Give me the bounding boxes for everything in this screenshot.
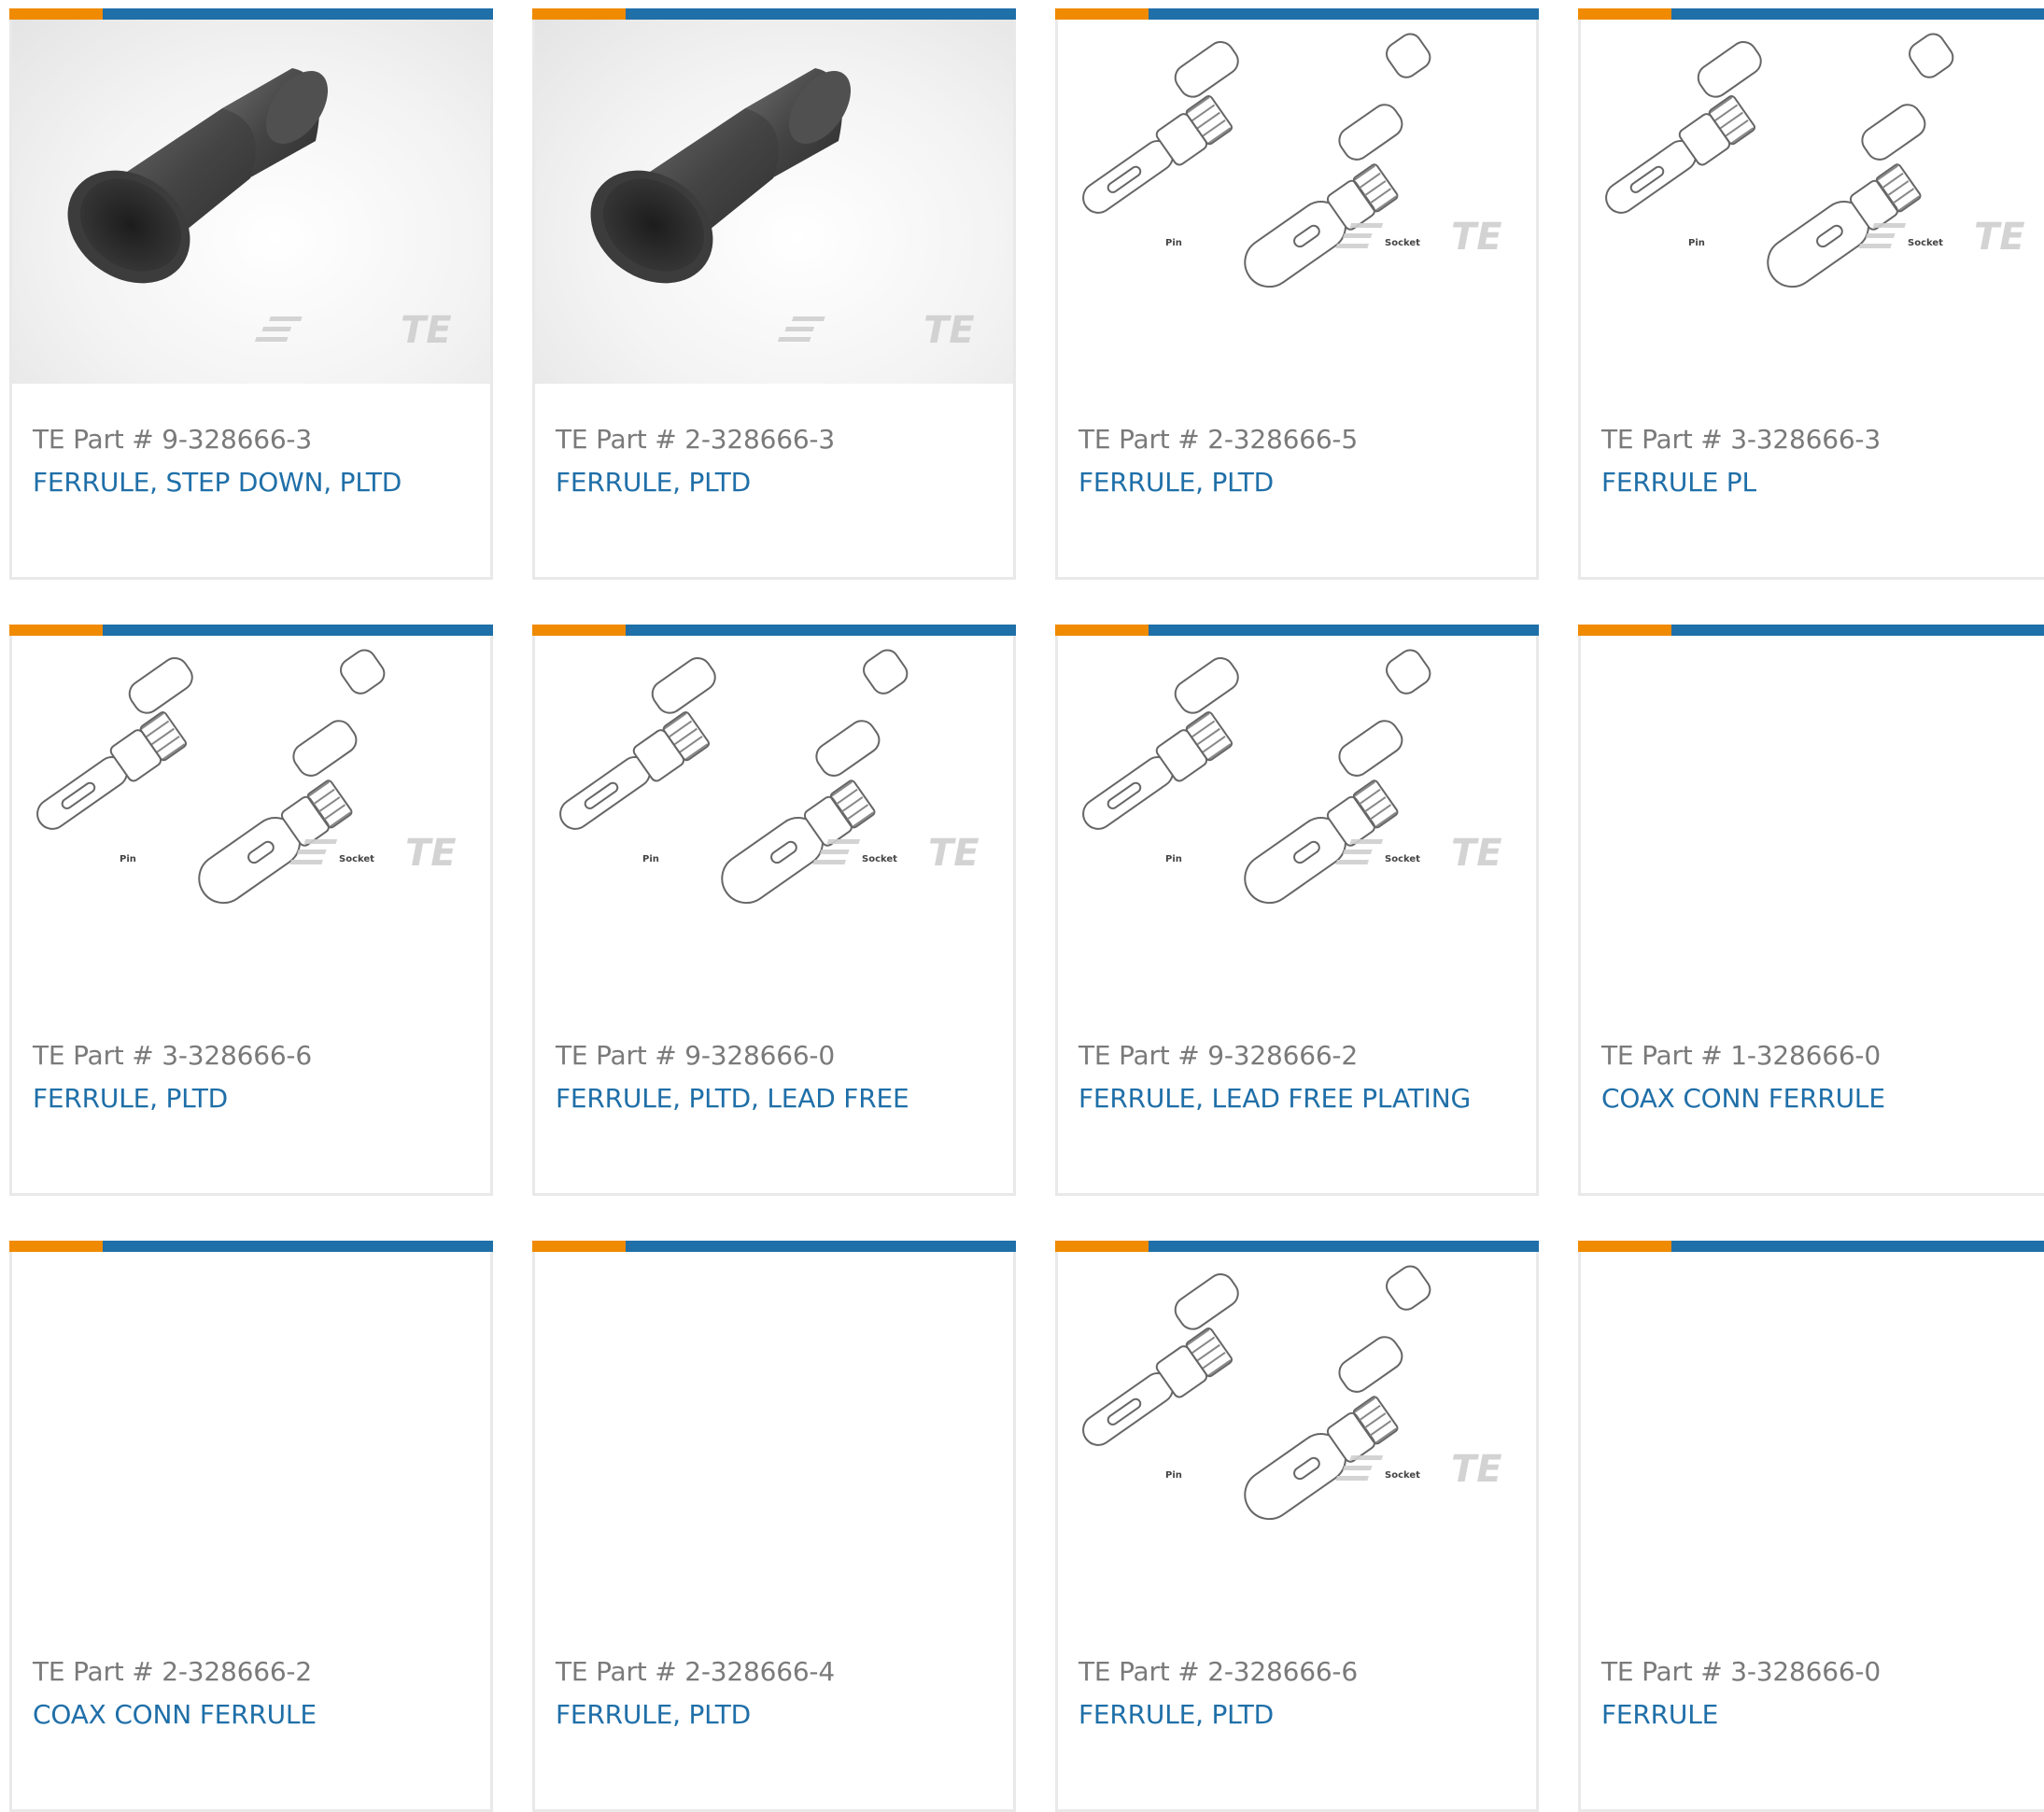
te-watermark: TE [254,309,452,352]
part-number: TE Part # 9-328666-3 [33,424,312,455]
ferrule-photo [67,68,329,284]
product-card[interactable]: Pin Socket TE TE Part # 2-328666-6 FERRU… [1055,1241,1539,1812]
product-image[interactable]: Pin Socket TE [1581,20,2044,384]
part-number: TE Part # 2-328666-3 [556,424,835,455]
card-accent-bar [1578,1241,2044,1252]
product-grid: TE TE Part # 9-328666-3 FERRULE, STEP DO… [0,0,2044,1812]
svg-text:TE: TE [1974,216,2025,259]
socket-label: Socket [1385,238,1420,248]
product-image[interactable]: Pin Socket TE [535,636,1013,1000]
product-card[interactable]: TE Part # 2-328666-2 COAX CONN FERRULE [9,1241,493,1812]
ferrule-photo [590,68,852,284]
product-card[interactable]: TE TE Part # 9-328666-3 FERRULE, STEP DO… [9,8,493,580]
socket-label: Socket [1385,1470,1420,1481]
part-number: TE Part # 3-328666-3 [1601,424,1881,455]
part-number: TE Part # 9-328666-2 [1078,1040,1358,1071]
te-watermark: TE [777,309,975,352]
part-number: TE Part # 1-328666-0 [1601,1040,1881,1071]
product-title-link[interactable]: FERRULE [1601,1699,1718,1730]
socket-label: Socket [1908,238,1943,248]
svg-text:TE: TE [1451,1448,1502,1491]
pin-label: Pin [1165,854,1182,864]
product-title-link[interactable]: COAX CONN FERRULE [1601,1083,1885,1114]
product-title-link[interactable]: FERRULE, LEAD FREE PLATING [1078,1083,1471,1114]
product-card[interactable]: TE Part # 1-328666-0 COAX CONN FERRULE [1578,625,2044,1196]
pin-socket-drawing [1082,1265,1431,1521]
product-image[interactable]: Pin Socket TE [12,636,490,1000]
pin-socket-drawing [36,649,386,905]
product-title-link[interactable]: FERRULE, PLTD [556,467,751,498]
pin-socket-drawing [1082,33,1431,288]
product-image-placeholder[interactable] [1581,1252,2044,1616]
product-image[interactable]: Pin Socket TE [1058,1252,1536,1616]
product-card[interactable]: TE Part # 2-328666-4 FERRULE, PLTD [532,1241,1016,1812]
card-accent-bar [532,1241,1016,1252]
part-number: TE Part # 3-328666-0 [1601,1656,1881,1687]
card-accent-bar [9,1241,493,1252]
pin-label: Pin [120,854,136,864]
product-image-placeholder[interactable] [1581,636,2044,1000]
card-accent-bar [1578,625,2044,636]
pin-socket-drawing [1082,649,1431,905]
product-card[interactable]: TE TE Part # 2-328666-3 FERRULE, PLTD [532,8,1016,580]
svg-text:TE: TE [405,832,457,875]
pin-label: Pin [1165,1470,1182,1481]
product-title-link[interactable]: FERRULE, PLTD [556,1699,751,1730]
socket-label: Socket [862,854,897,864]
svg-text:TE: TE [1451,832,1502,875]
pin-label: Pin [1165,238,1182,248]
product-image-placeholder[interactable] [12,1252,490,1616]
product-title-link[interactable]: FERRULE, STEP DOWN, PLTD [33,467,402,498]
pin-socket-drawing [559,649,909,905]
part-number: TE Part # 2-328666-4 [556,1656,835,1687]
pin-label: Pin [1688,238,1705,248]
product-image[interactable]: Pin Socket TE [1058,20,1536,384]
product-title-link[interactable]: FERRULE, PLTD [1078,467,1274,498]
card-accent-bar [1578,8,2044,20]
product-card[interactable]: Pin Socket TE TE Part # 9-328666-2 FERRU… [1055,625,1539,1196]
socket-label: Socket [1385,854,1420,864]
product-title-link[interactable]: COAX CONN FERRULE [33,1699,317,1730]
product-card[interactable]: Pin Socket TE TE Part # 9-328666-0 FERRU… [532,625,1016,1196]
card-accent-bar [1055,625,1539,636]
part-number: TE Part # 3-328666-6 [33,1040,312,1071]
card-accent-bar [1055,1241,1539,1252]
socket-label: Socket [339,854,374,864]
product-image[interactable]: TE [12,20,490,384]
card-accent-bar [532,8,1016,20]
product-title-link[interactable]: FERRULE, PLTD, LEAD FREE [556,1083,909,1114]
part-number: TE Part # 2-328666-6 [1078,1656,1358,1687]
product-image[interactable]: Pin Socket TE [1058,636,1536,1000]
product-title-link[interactable]: FERRULE, PLTD [1078,1699,1274,1730]
card-accent-bar [9,8,493,20]
svg-text:TE: TE [1451,216,1502,259]
pin-label: Pin [642,854,659,864]
product-title-link[interactable]: FERRULE, PLTD [33,1083,228,1114]
svg-text:TE: TE [401,309,452,352]
product-card[interactable]: TE Part # 3-328666-0 FERRULE [1578,1241,2044,1812]
part-number: TE Part # 2-328666-5 [1078,424,1358,455]
product-card[interactable]: Pin Socket TE TE Part # 3-328666-6 FERRU… [9,625,493,1196]
card-accent-bar [532,625,1016,636]
product-image[interactable]: TE [535,20,1013,384]
card-accent-bar [1055,8,1539,20]
product-title-link[interactable]: FERRULE PL [1601,467,1756,498]
part-number: TE Part # 2-328666-2 [33,1656,312,1687]
product-card[interactable]: Pin Socket TE TE Part # 2-328666-5 FERRU… [1055,8,1539,580]
card-accent-bar [9,625,493,636]
product-image-placeholder[interactable] [535,1252,1013,1616]
part-number: TE Part # 9-328666-0 [556,1040,835,1071]
product-card[interactable]: Pin Socket TE TE Part # 3-328666-3 FERRU… [1578,8,2044,580]
pin-socket-drawing [1605,33,1954,288]
svg-text:TE: TE [928,832,980,875]
svg-text:TE: TE [923,309,975,352]
